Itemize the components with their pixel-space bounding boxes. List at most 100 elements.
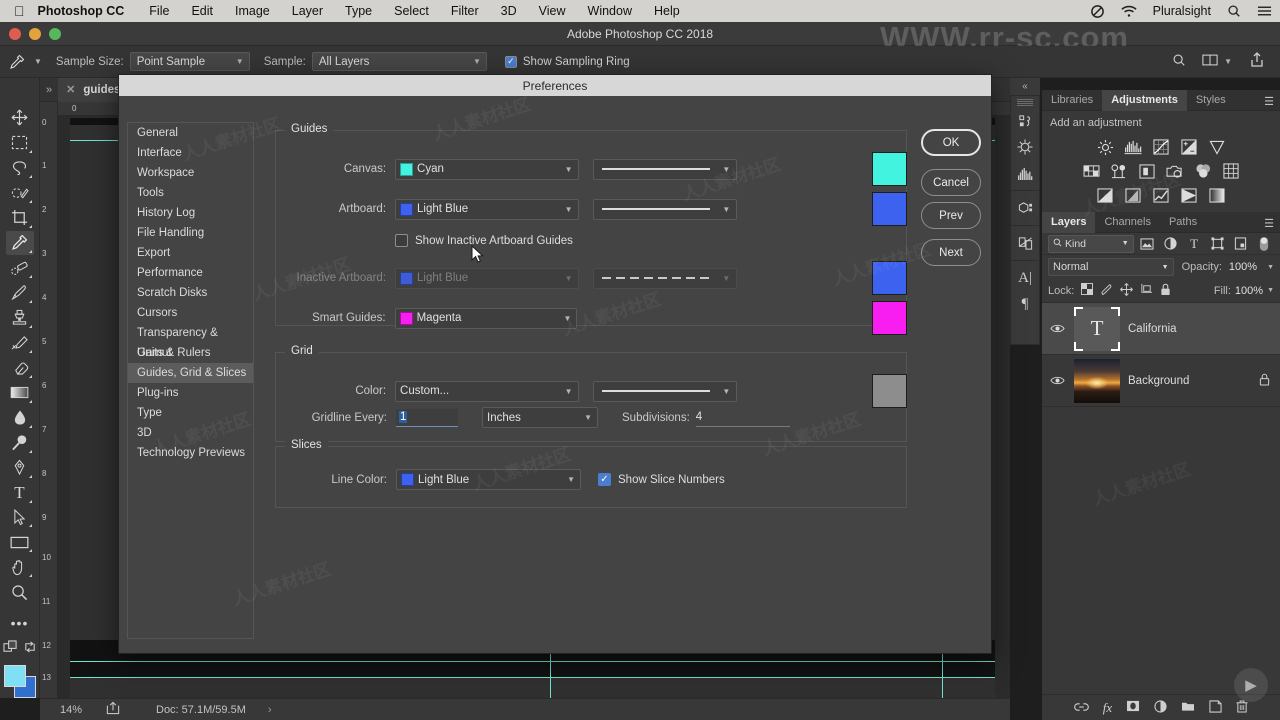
edit-toolbar-tool[interactable]: ••• xyxy=(6,611,34,635)
arrange-documents-icon[interactable] xyxy=(1202,54,1218,69)
vibrance-icon[interactable] xyxy=(1206,137,1228,157)
tool-preset-chevron-icon[interactable]: ▼ xyxy=(34,57,42,66)
menu-select[interactable]: Select xyxy=(383,4,440,18)
move-tool[interactable] xyxy=(6,106,34,130)
lock-artboard-icon[interactable] xyxy=(1140,283,1153,299)
pref-item-3d[interactable]: 3D xyxy=(128,423,253,443)
pref-item-units-rulers[interactable]: Units & Rulers xyxy=(128,343,253,363)
tab-styles[interactable]: Styles xyxy=(1187,90,1235,111)
layer-visibility-toggle[interactable] xyxy=(1048,323,1066,334)
guide-horizontal[interactable] xyxy=(70,677,995,678)
swap-colors-icon[interactable] xyxy=(23,640,37,659)
prev-button[interactable]: Prev xyxy=(921,202,981,229)
pref-item-transparency-gamut[interactable]: Transparency & Gamut xyxy=(128,323,253,359)
layer-filter-kind-select[interactable]: Kind ▼ xyxy=(1048,234,1134,253)
panel-menu-icon[interactable]: ☰ xyxy=(1264,217,1274,230)
menu-type[interactable]: Type xyxy=(334,4,383,18)
measurement-log-icon[interactable] xyxy=(1012,108,1038,134)
tab-channels[interactable]: Channels xyxy=(1095,212,1159,233)
lock-position-icon[interactable] xyxy=(1120,282,1134,299)
cancel-button[interactable]: Cancel xyxy=(921,169,981,196)
panel-menu-icon[interactable]: ☰ xyxy=(1264,95,1274,108)
sample-size-select[interactable]: Point Sample ▼ xyxy=(129,52,250,71)
chevron-down-icon[interactable]: ▼ xyxy=(1267,287,1274,294)
filter-type-icon[interactable]: T xyxy=(1184,235,1203,253)
add-layer-mask-icon[interactable] xyxy=(1126,700,1140,715)
new-adjustment-layer-icon[interactable] xyxy=(1154,699,1167,716)
lock-transparent-pixels-icon[interactable] xyxy=(1081,283,1094,298)
artboard-color-preview[interactable] xyxy=(872,192,907,226)
curves-icon[interactable] xyxy=(1150,137,1172,157)
layer-thumbnail-image[interactable] xyxy=(1074,358,1120,403)
status-expand-arrow-icon[interactable]: › xyxy=(268,704,272,716)
hue-saturation-icon[interactable] xyxy=(1080,161,1102,181)
type-tool[interactable]: T xyxy=(6,481,34,505)
dodge-tool[interactable] xyxy=(6,431,34,455)
pref-item-file-handling[interactable]: File Handling xyxy=(128,223,253,243)
canvas-line-style-select[interactable]: ▼ xyxy=(592,158,738,180)
pref-item-history-log[interactable]: History Log xyxy=(128,203,253,223)
menu-user-name[interactable]: Pluralsight xyxy=(1145,4,1219,18)
lock-image-pixels-icon[interactable] xyxy=(1100,283,1113,299)
tab-paths[interactable]: Paths xyxy=(1160,212,1206,233)
menu-file[interactable]: File xyxy=(138,4,180,18)
filter-toggle-icon[interactable] xyxy=(1255,235,1274,253)
menu-window[interactable]: Window xyxy=(577,4,643,18)
filter-image-icon[interactable] xyxy=(1138,235,1157,253)
menu-edit[interactable]: Edit xyxy=(180,4,224,18)
panel-collapse-icon[interactable]: » xyxy=(40,84,58,96)
show-slice-numbers-checkbox[interactable]: ✓ Show Slice Numbers xyxy=(598,473,725,486)
foreground-color-swatch[interactable] xyxy=(3,665,26,688)
gridline-units-select[interactable]: Inches ▼ xyxy=(482,407,598,428)
layer-name[interactable]: Background xyxy=(1128,375,1251,387)
menu-view[interactable]: View xyxy=(528,4,577,18)
blur-tool[interactable] xyxy=(6,406,34,430)
gradient-tool[interactable] xyxy=(6,381,34,405)
pref-item-scratch-disks[interactable]: Scratch Disks xyxy=(128,283,253,303)
threshold-icon[interactable] xyxy=(1150,185,1172,205)
brush-tool[interactable] xyxy=(6,281,34,305)
chevron-down-icon[interactable]: ▼ xyxy=(1267,264,1274,271)
default-colors-icon[interactable] xyxy=(2,640,18,659)
menu-help[interactable]: Help xyxy=(643,4,691,18)
link-layers-icon[interactable] xyxy=(1074,701,1089,715)
tab-adjustments[interactable]: Adjustments xyxy=(1102,89,1187,111)
rectangular-marquee-tool[interactable] xyxy=(6,131,34,155)
show-inactive-checkbox[interactable] xyxy=(395,234,408,247)
rail-collapse-button[interactable]: « xyxy=(1010,78,1040,95)
subdivisions-input[interactable]: 4 xyxy=(695,409,790,427)
color-swatches[interactable] xyxy=(3,665,36,698)
options-search-icon[interactable] xyxy=(1172,53,1186,70)
pref-item-export[interactable]: Export xyxy=(128,243,253,263)
brightness-contrast-icon[interactable] xyxy=(1094,137,1116,157)
rectangle-tool[interactable] xyxy=(6,530,34,554)
invert-icon[interactable] xyxy=(1094,185,1116,205)
share-on-behance-icon[interactable] xyxy=(106,701,120,718)
navigator-icon[interactable] xyxy=(1012,134,1038,160)
slice-line-color-select[interactable]: Light Blue ▼ xyxy=(396,469,581,490)
ok-button[interactable]: OK xyxy=(921,129,981,156)
eraser-tool[interactable] xyxy=(6,356,34,380)
menu-image[interactable]: Image xyxy=(224,4,281,18)
new-layer-icon[interactable] xyxy=(1209,699,1222,716)
canvas-color-preview[interactable] xyxy=(872,152,907,186)
lasso-tool[interactable] xyxy=(6,156,34,180)
layer-row-california[interactable]: T California xyxy=(1042,303,1280,355)
show-inactive-artboard-guides-row[interactable]: Show Inactive Artboard Guides xyxy=(395,234,573,247)
photo-filter-icon[interactable] xyxy=(1164,161,1186,181)
fill-value[interactable]: 100% xyxy=(1235,285,1263,297)
zoom-level[interactable]: 14% xyxy=(40,704,102,716)
rail-drag-handle[interactable] xyxy=(1017,99,1033,107)
zoom-tool[interactable] xyxy=(6,580,34,604)
eyedropper-tool[interactable] xyxy=(5,230,34,255)
pref-item-guides-grid-slices[interactable]: Guides, Grid & Slices xyxy=(128,363,253,383)
filter-shape-icon[interactable] xyxy=(1208,235,1227,253)
3d-icon[interactable] xyxy=(1012,195,1038,221)
pref-item-interface[interactable]: Interface xyxy=(128,143,253,163)
delete-layer-icon[interactable] xyxy=(1236,699,1248,716)
spot-healing-brush-tool[interactable] xyxy=(6,256,34,280)
menu-filter[interactable]: Filter xyxy=(440,4,490,18)
blend-mode-select[interactable]: Normal ▼ xyxy=(1048,258,1174,276)
levels-icon[interactable] xyxy=(1122,137,1144,157)
eyedropper-icon[interactable] xyxy=(0,54,34,70)
